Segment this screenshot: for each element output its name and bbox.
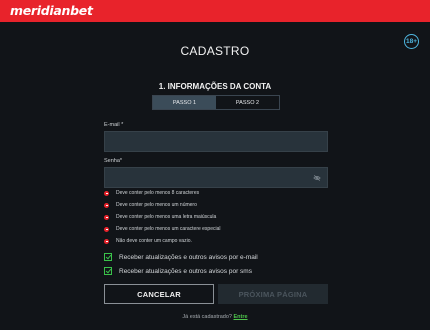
next-page-button[interactable]: PRÓXIMA PÁGINA [218,284,328,304]
email-field[interactable] [104,131,328,152]
top-bar: meridianbet [0,0,430,22]
error-icon [104,214,109,220]
eye-slash-icon[interactable] [313,174,321,182]
email-updates-checkbox-row[interactable]: Receber atualizações e outros avisos por… [104,252,258,262]
cancel-button[interactable]: CANCELAR [104,284,214,304]
tab-step-1[interactable]: PASSO 1 [153,96,216,109]
error-icon [104,238,109,244]
sms-updates-checkbox[interactable] [104,267,112,275]
email-updates-checkbox[interactable] [104,253,112,261]
page-title: CADASTRO [180,44,250,58]
password-requirement: Deve conter pelo menos uma letra maiúscu… [104,213,216,221]
tab-step-2[interactable]: PASSO 2 [216,96,279,109]
password-requirement: Deve conter pelo menos um caractere espe… [104,225,221,233]
password-requirement: Deve conter pelo menos 8 caracteres [104,189,199,197]
password-requirement: Deve conter pelo menos um número [104,201,197,209]
email-label: E-mail * [104,122,124,128]
section-title: 1. INFORMAÇÕES DA CONTA [158,82,272,91]
error-icon [104,202,109,208]
login-link[interactable]: Entre [234,314,248,320]
password-requirement: Não deve conter um campo vazio. [104,237,192,245]
brand-logo[interactable]: meridianbet [10,3,93,18]
login-prompt: Já está cadastrado? Entre [0,314,430,320]
error-icon [104,226,109,232]
age-restriction-18-icon: 18+ [404,34,419,49]
error-icon [104,190,109,196]
password-field[interactable] [104,167,328,188]
step-tabs: PASSO 1 PASSO 2 [152,95,280,110]
sms-updates-checkbox-row[interactable]: Receber atualizações e outros avisos por… [104,266,252,276]
password-label: Senha* [104,158,123,164]
already-registered-text: Já está cadastrado? [182,314,232,320]
